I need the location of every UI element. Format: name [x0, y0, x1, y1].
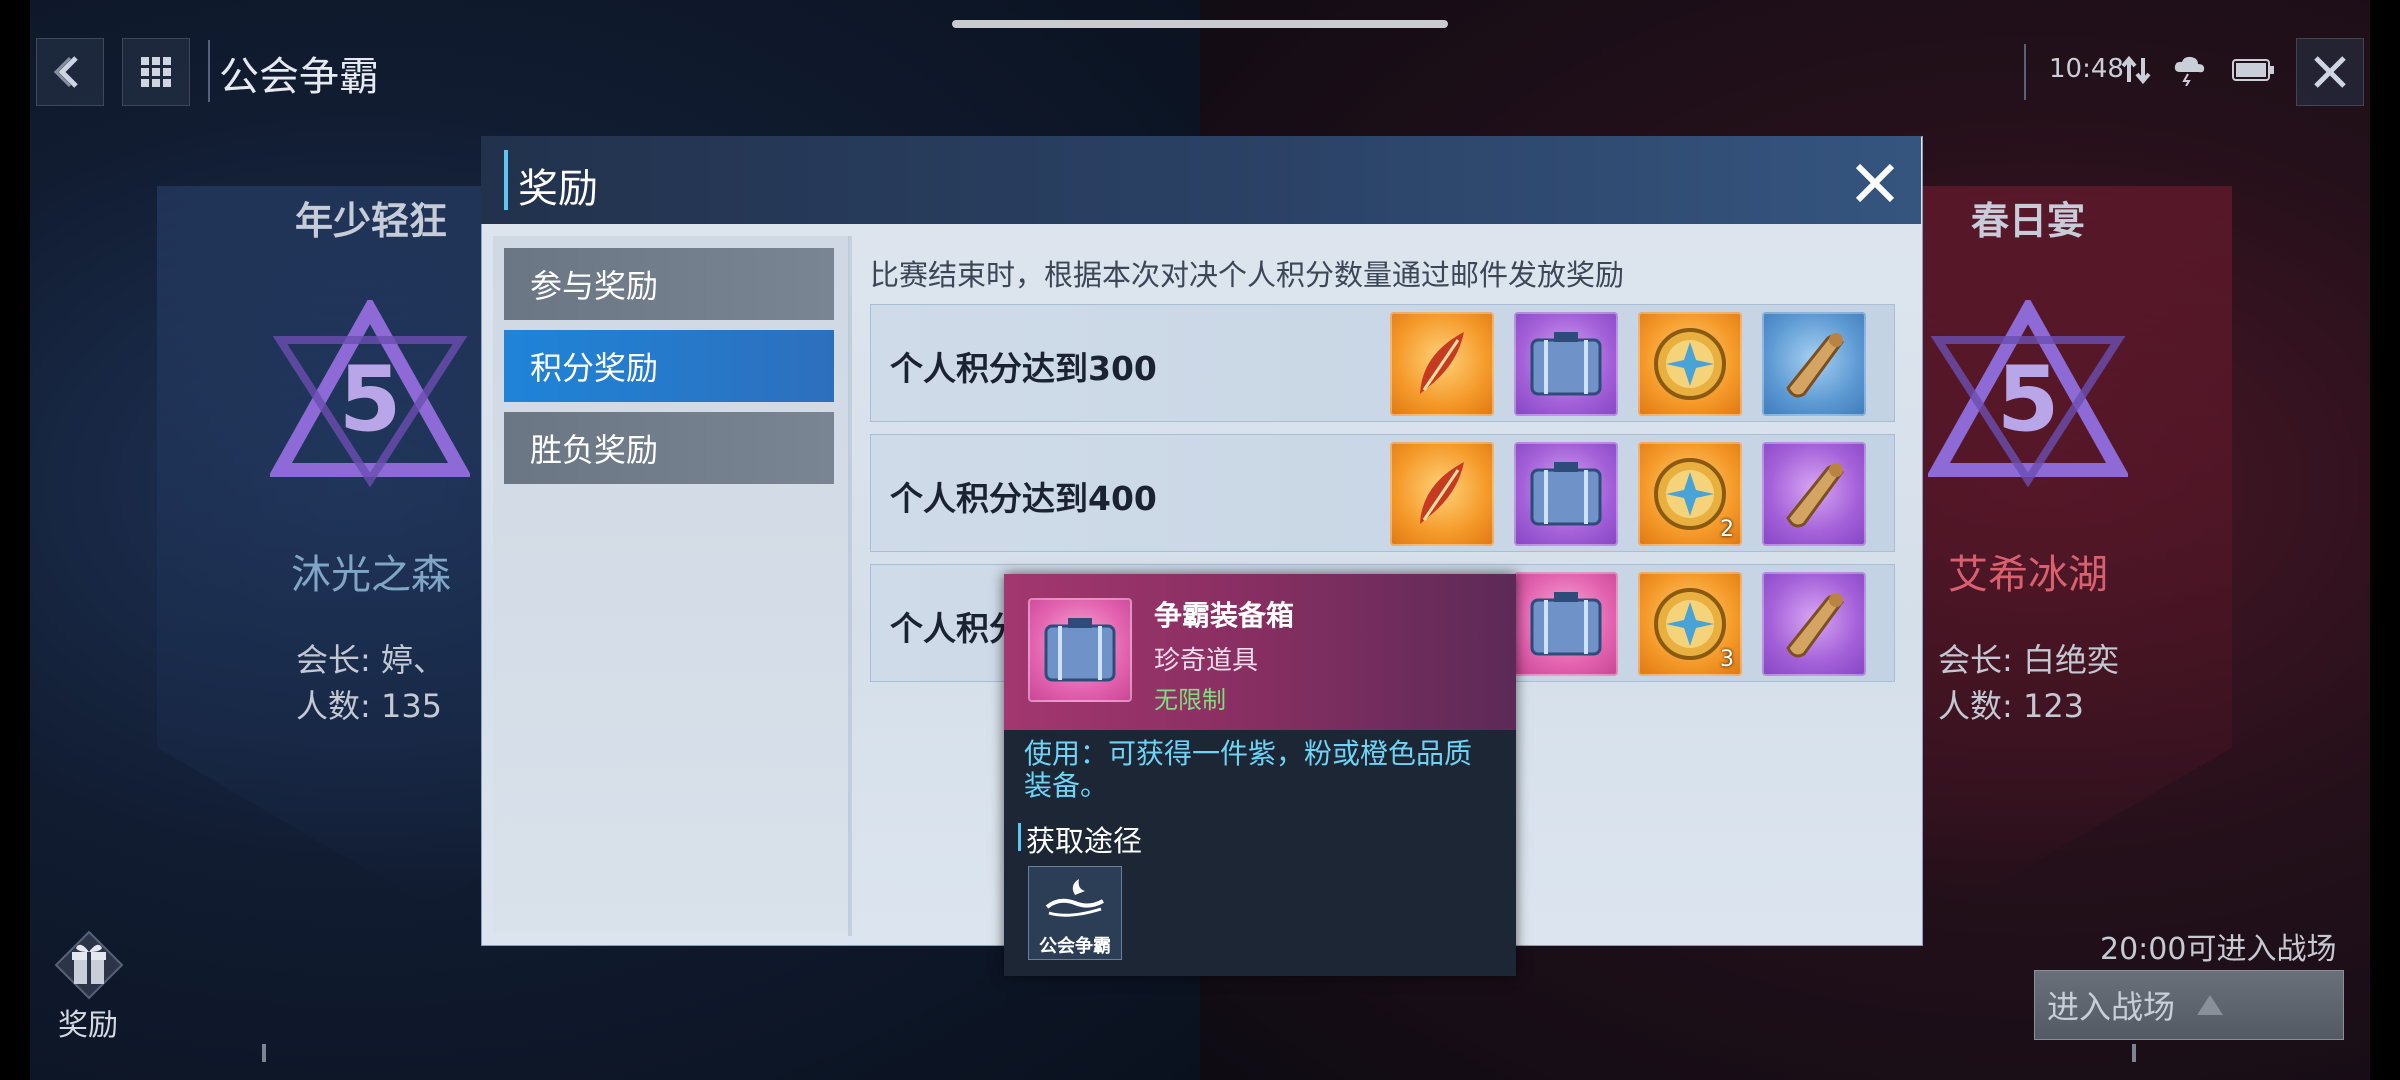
battle-open-time: 20:00可进入战场 [2100, 932, 2337, 967]
left-guild-members: 人数: 135 [296, 687, 443, 725]
reward-item-feather[interactable] [1390, 442, 1494, 546]
reward-description: 比赛结束时，根据本次对决个人积分数量通过邮件发放奖励 [870, 258, 1625, 292]
modal-close-button[interactable] [1852, 160, 1898, 206]
right-rank-emblem-icon: 5 [1928, 300, 2128, 488]
left-rank-emblem-icon: 5 [270, 300, 470, 488]
left-guild-leader: 会长: 婷、 [296, 641, 445, 679]
enter-battlefield-button[interactable]: 进入战场 [2034, 970, 2344, 1040]
tab-label: 胜负奖励 [530, 431, 659, 469]
chest-icon [1530, 592, 1602, 656]
scroll-icon [1786, 333, 1844, 398]
tooltip-source-label: 公会争霸 [1039, 936, 1111, 957]
grid-icon [141, 57, 171, 87]
home-indicator[interactable] [952, 20, 1448, 28]
tab-points-reward[interactable]: 积分奖励 [504, 330, 834, 402]
tooltip-item-limit: 无限制 [1154, 686, 1226, 714]
status-divider [2024, 44, 2026, 100]
tab-panel-divider [848, 236, 852, 936]
triangle-up-icon [2197, 995, 2224, 1015]
modal-header [481, 136, 1921, 224]
tab-win-loss-reward[interactable]: 胜负奖励 [504, 412, 834, 484]
exit-button[interactable] [2296, 38, 2364, 106]
reward-item-scroll[interactable] [1762, 312, 1866, 416]
left-rank-number: 5 [339, 347, 402, 452]
chest-icon [1530, 462, 1602, 526]
guild-hand-icon [1045, 879, 1104, 917]
reward-item-medal[interactable] [1638, 312, 1742, 416]
screen-edge-right [2370, 0, 2400, 1080]
reward-item-medal[interactable]: 2 [1638, 442, 1742, 546]
left-team-tag: 年少轻狂 [294, 199, 447, 243]
enter-battlefield-label: 进入战场 [2047, 988, 2176, 1026]
reward-item-chest[interactable] [1514, 442, 1618, 546]
bottom-tick [262, 1044, 266, 1062]
menu-grid-button[interactable] [122, 38, 190, 106]
right-guild-leader: 会长: 白绝奕 [1938, 641, 2119, 679]
tooltip-item-icon [1028, 598, 1132, 702]
reward-item-scroll[interactable] [1762, 442, 1866, 546]
reward-item-chest[interactable] [1514, 312, 1618, 416]
item-count: 2 [1720, 517, 1734, 542]
reward-shortcut-label[interactable]: 奖励 [58, 1000, 118, 1044]
close-icon [2314, 56, 2346, 88]
feather-icon [1420, 462, 1464, 524]
tooltip-source-title: 获取途径 [1026, 824, 1143, 858]
right-team-tag: 春日宴 [1970, 199, 2085, 243]
page-title: 公会争霸 [219, 54, 379, 100]
reward-row-label: 个人积分达到400 [890, 479, 1157, 518]
weather-storm-icon [2174, 56, 2205, 86]
tooltip-item-name: 争霸装备箱 [1154, 599, 1295, 632]
back-button[interactable] [36, 38, 104, 106]
reward-item-feather[interactable] [1390, 312, 1494, 416]
tab-label: 参与奖励 [530, 267, 659, 305]
screen-edge-left [0, 0, 30, 1080]
scroll-icon [1786, 463, 1844, 528]
item-count: 3 [1720, 647, 1734, 672]
reward-item-chest[interactable] [1514, 572, 1618, 676]
reward-row-label: 个人积分达到300 [890, 349, 1157, 388]
tab-label: 积分奖励 [530, 349, 659, 387]
modal-title: 奖励 [518, 166, 598, 212]
bottom-tick [2132, 1044, 2136, 1062]
right-guild-members: 人数: 123 [1938, 687, 2085, 725]
gift-icon[interactable] [52, 928, 126, 1002]
network-arrows-icon [2121, 55, 2151, 85]
tab-participation-reward[interactable]: 参与奖励 [504, 248, 834, 320]
medal-icon [1654, 328, 1726, 400]
tooltip-item-usage: 使用：可获得一件紫，粉或橙色品质装备。 [1024, 737, 1473, 802]
reward-item-scroll[interactable] [1762, 572, 1866, 676]
tooltip-source-accent [1018, 823, 1021, 851]
title-divider [208, 40, 210, 102]
back-arrow-icon [53, 56, 78, 88]
scroll-icon [1786, 593, 1844, 658]
reward-item-medal[interactable]: 3 [1638, 572, 1742, 676]
chest-icon [1530, 332, 1602, 396]
reward-row-label: 个人积分 [890, 609, 1022, 648]
feather-icon [1420, 332, 1464, 394]
status-time: 10:48 [2049, 54, 2124, 84]
tooltip-item-type: 珍奇道具 [1154, 646, 1259, 676]
right-rank-number: 5 [1997, 347, 2060, 452]
battery-icon [2232, 59, 2274, 81]
modal-title-accent [504, 150, 508, 210]
chest-icon [1044, 618, 1116, 682]
